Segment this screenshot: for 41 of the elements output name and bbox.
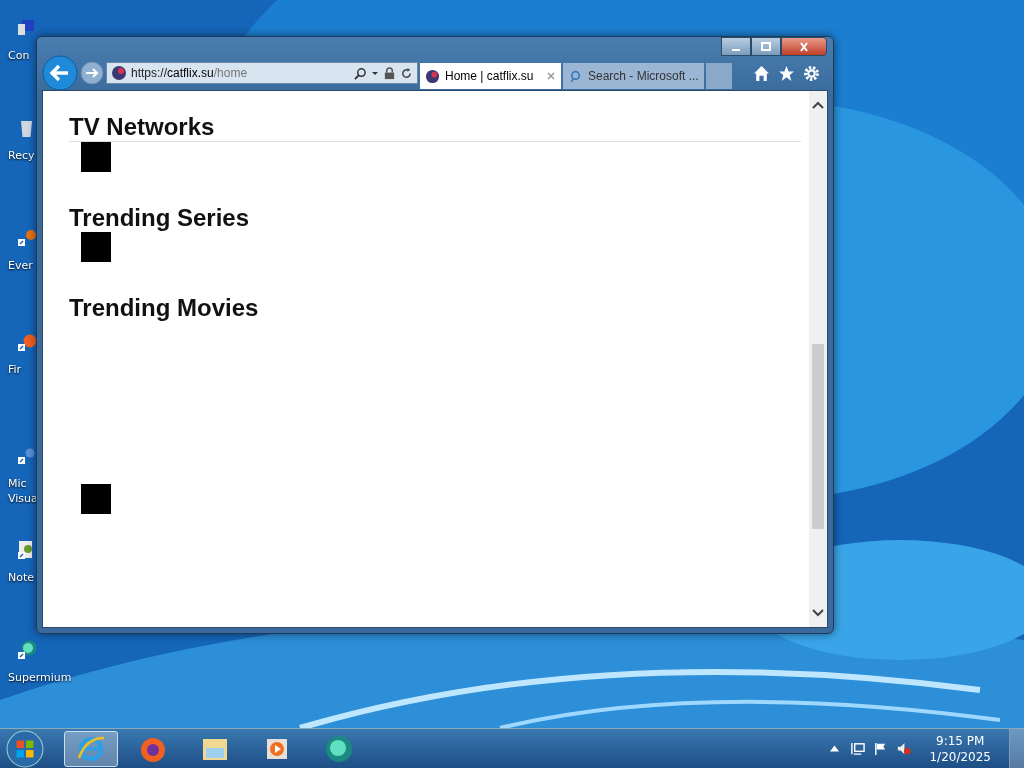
caret-icon[interactable] <box>371 69 379 77</box>
desktop-icon-label: Fir <box>8 362 22 377</box>
desktop-icon-label: Recy <box>8 148 35 163</box>
maximize-button[interactable] <box>751 37 781 56</box>
lock-icon[interactable] <box>383 66 396 80</box>
desktop-icon-label: Supermium <box>8 670 72 685</box>
close-button[interactable] <box>781 37 827 56</box>
section-heading: Trending Movies <box>69 294 259 322</box>
scroll-down-icon[interactable] <box>812 609 824 617</box>
clock[interactable]: 9:15 PM 1/20/2025 <box>919 732 1001 765</box>
search-icon <box>568 68 583 84</box>
section-heading: TV Networks <box>69 113 215 141</box>
refresh-icon[interactable] <box>400 66 413 80</box>
desktop-icon-label: Note <box>8 570 35 585</box>
scroll-up-icon[interactable] <box>812 101 824 109</box>
close-icon[interactable] <box>546 71 556 81</box>
speaker-muted-icon[interactable] <box>896 741 912 756</box>
network-icon[interactable] <box>850 741 866 756</box>
browser-tab[interactable]: Search - Microsoft ... <box>563 63 704 89</box>
site-icon <box>425 68 440 84</box>
scroll-thumb[interactable] <box>812 344 824 529</box>
section-heading: Trending Series <box>69 204 250 232</box>
home-icon[interactable] <box>753 64 770 82</box>
scrollbar[interactable] <box>809 91 827 627</box>
desktop-icon-label: Con <box>8 48 30 63</box>
star-icon[interactable] <box>778 64 795 82</box>
address-field[interactable]: https://catflix.su/home <box>106 62 418 84</box>
taskbar-button[interactable] <box>64 730 118 767</box>
start-button[interactable] <box>6 729 44 768</box>
browser-tab[interactable]: Home | catflix.su <box>420 63 561 89</box>
close-icon <box>798 41 810 52</box>
back-button[interactable] <box>42 55 78 91</box>
supermium-icon <box>324 733 354 764</box>
forward-button[interactable] <box>80 61 104 85</box>
minimize-button[interactable] <box>721 37 751 56</box>
desktop-icon-label: Ever <box>8 258 33 273</box>
search-icon[interactable] <box>354 66 367 80</box>
settings-icon[interactable] <box>803 64 820 82</box>
site-icon <box>111 65 127 81</box>
minimize-icon <box>732 48 740 51</box>
maximize-icon <box>760 41 772 52</box>
